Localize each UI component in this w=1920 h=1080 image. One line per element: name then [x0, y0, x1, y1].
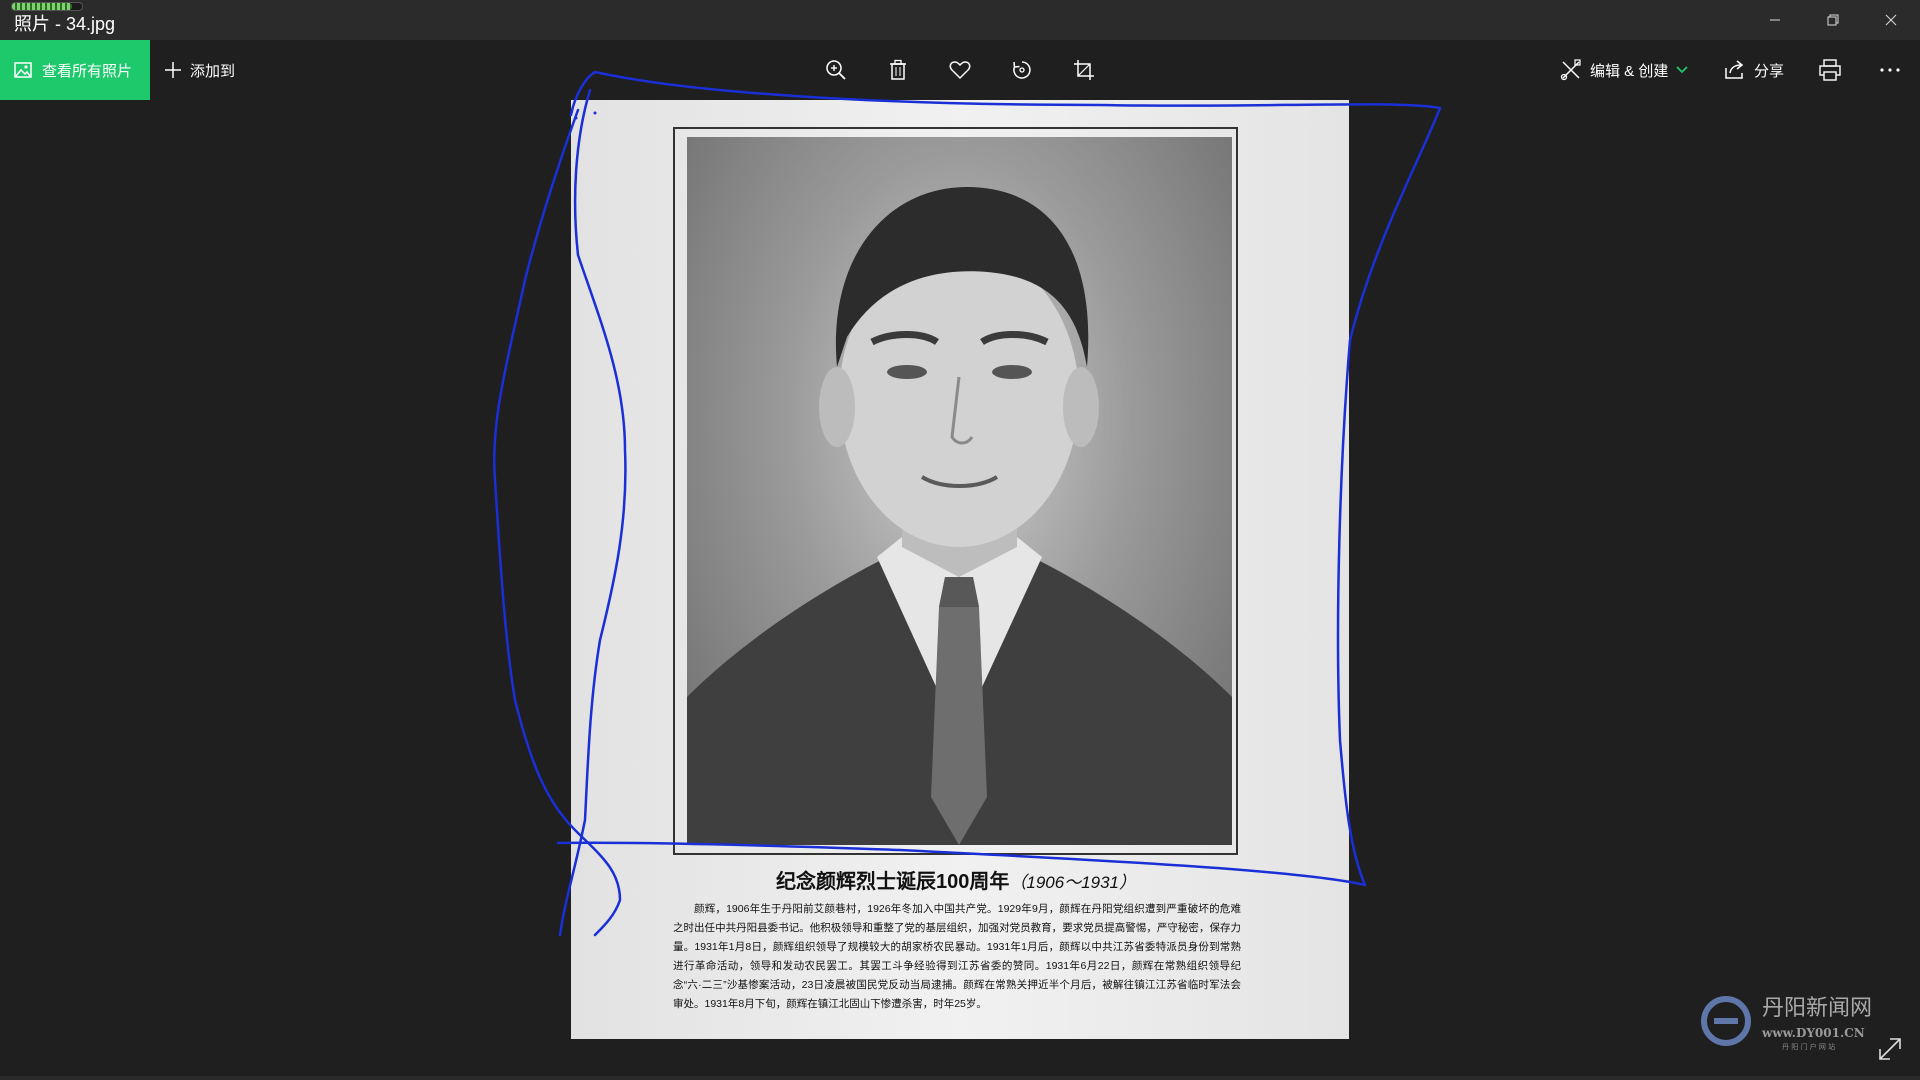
restore-button[interactable] [1804, 0, 1862, 40]
share-icon [1725, 60, 1744, 79]
delete-button[interactable] [878, 54, 918, 86]
share-button[interactable]: 分享 [1724, 40, 1784, 100]
edit-tools-icon [1560, 59, 1581, 81]
plus-icon [165, 62, 181, 78]
fullscreen-button[interactable] [1876, 1035, 1904, 1063]
window-title: 照片 - 34.jpg [14, 14, 116, 34]
edit-create-label: 编辑 & 创建 [1590, 62, 1669, 80]
portrait-frame [673, 127, 1238, 855]
zoom-in-icon [826, 60, 846, 80]
portrait-drawing [687, 187, 1232, 845]
rotate-button[interactable] [1002, 54, 1042, 86]
share-label: 分享 [1754, 62, 1785, 80]
bottom-edge [0, 1076, 1920, 1080]
more-icon [1880, 68, 1900, 72]
watermark-tagline: 丹 阳 门 户 网 站 [1782, 1042, 1835, 1051]
view-all-photos-label: 查看所有照片 [42, 62, 133, 80]
close-icon [1885, 14, 1897, 26]
add-to-button[interactable]: 添加到 [164, 40, 235, 100]
restore-icon [1827, 14, 1839, 26]
caption-title: 纪念颜辉烈士诞辰100周年（1906～1931） [671, 865, 1241, 894]
title-bar: 照片 - 34.jpg [0, 0, 1920, 40]
photo-canvas[interactable]: 纪念颜辉烈士诞辰100周年（1906～1931） 颜辉，1906年生于丹阳前艾颜… [571, 100, 1349, 1039]
edit-create-button[interactable]: 编辑 & 创建 [1560, 40, 1688, 100]
toolbar: 查看所有照片 添加到 编辑 & 创建 分享 [0, 40, 1920, 100]
site-logo-icon: 丹阳新闻网 www.DY001.CN 丹 阳 门 户 网 站 [1701, 996, 1872, 1051]
rotate-icon [1013, 61, 1031, 79]
heart-icon [949, 61, 971, 80]
caption-title-text: 纪念颜辉烈士诞辰100周年 [775, 871, 1010, 893]
more-button[interactable] [1870, 54, 1910, 86]
watermark-brand: 丹阳新闻网 [1762, 996, 1872, 1021]
caption-years: （1906～1931） [1009, 873, 1136, 892]
caption-body: 颜辉，1906年生于丹阳前艾颜巷村，1926年冬加入中国共产党。1929年9月，… [673, 903, 1241, 1010]
minimize-icon [1770, 19, 1780, 21]
site-watermark: 丹阳新闻网 www.DY001.CN 丹 阳 门 户 网 站 [1700, 985, 1900, 1055]
crop-button[interactable] [1064, 54, 1104, 86]
print-icon [1819, 59, 1841, 81]
print-button[interactable] [1810, 54, 1850, 86]
expand-icon [1879, 1038, 1901, 1060]
title-progress-fill [12, 3, 72, 10]
add-to-label: 添加到 [190, 62, 236, 80]
chevron-down-icon [1676, 66, 1688, 74]
close-button[interactable] [1862, 0, 1920, 40]
crop-icon [1074, 60, 1094, 80]
zoom-button[interactable] [816, 54, 856, 86]
view-all-photos-button[interactable]: 查看所有照片 [0, 40, 150, 100]
photos-icon [14, 62, 32, 78]
minimize-button[interactable] [1746, 0, 1804, 40]
portrait-image [687, 137, 1232, 845]
favorite-button[interactable] [940, 54, 980, 86]
trash-icon [890, 59, 906, 80]
watermark-domain: www.DY001.CN [1761, 1026, 1865, 1040]
